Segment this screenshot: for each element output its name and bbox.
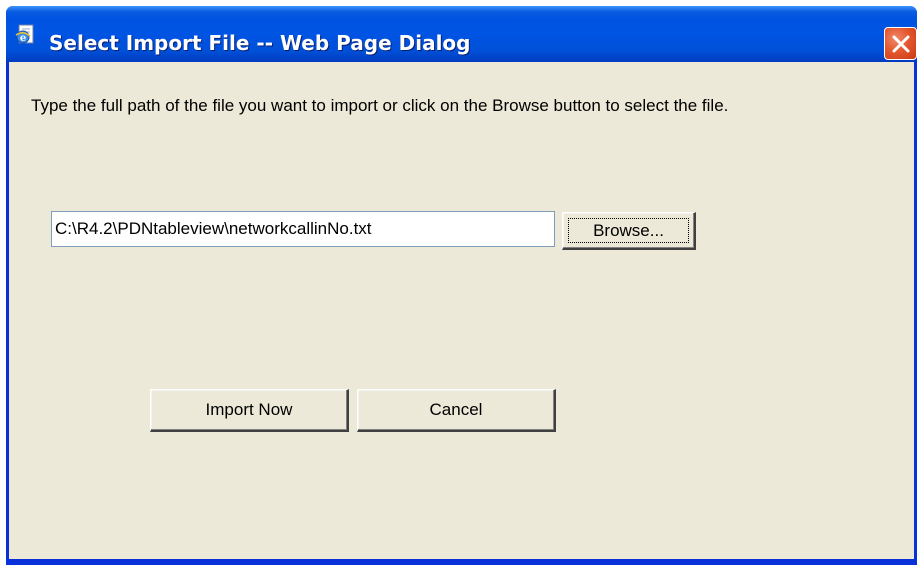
- browse-button[interactable]: Browse...: [562, 212, 696, 250]
- instructions-text: Type the full path of the file you want …: [31, 96, 729, 115]
- svg-text:e: e: [20, 33, 26, 44]
- cancel-button[interactable]: Cancel: [357, 389, 556, 432]
- title-bar[interactable]: e Select Import File -- Web Page Dialog: [6, 6, 917, 62]
- dialog-body: Type the full path of the file you want …: [9, 62, 914, 559]
- file-path-input[interactable]: [51, 211, 555, 247]
- close-icon: [892, 35, 910, 53]
- dialog-window: e Select Import File -- Web Page Dialog …: [6, 6, 917, 565]
- browse-button-label: Browse...: [568, 218, 689, 243]
- ie-page-icon: e: [15, 23, 37, 45]
- import-now-button[interactable]: Import Now: [150, 389, 349, 432]
- close-button[interactable]: [884, 27, 917, 60]
- window-title: Select Import File -- Web Page Dialog: [49, 31, 471, 55]
